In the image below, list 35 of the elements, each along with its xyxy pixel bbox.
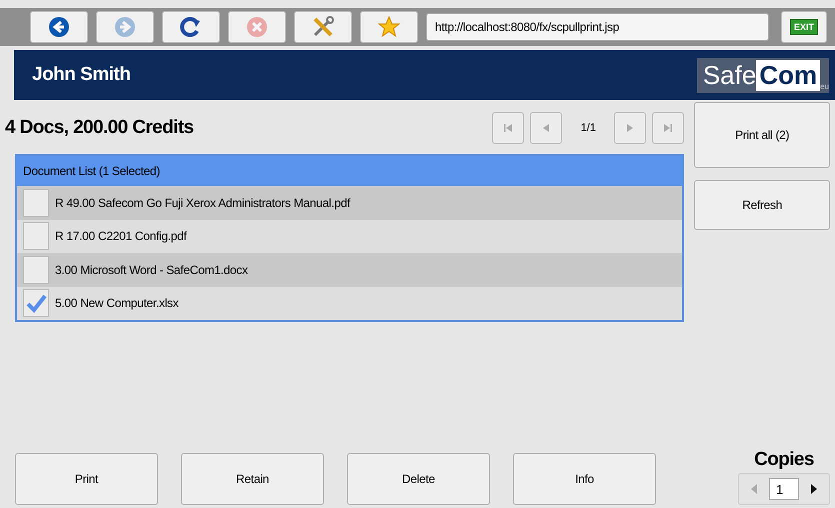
refresh-button[interactable]: Refresh xyxy=(694,180,830,230)
left-triangle-icon xyxy=(750,484,758,494)
document-row[interactable]: 5.00 New Computer.xlsx xyxy=(55,296,178,310)
checkbox[interactable] xyxy=(23,222,49,250)
document-row[interactable]: R 49.00 Safecom Go Fuji Xerox Administrators Manual.pdf xyxy=(55,196,350,210)
exit-button[interactable]: EXIT xyxy=(781,11,827,43)
copies-label: Copies xyxy=(754,449,814,471)
checkbox[interactable] xyxy=(23,188,49,217)
checkbox[interactable] xyxy=(23,289,49,318)
checkbox[interactable] xyxy=(23,256,49,284)
page-indicator: 1/1 xyxy=(580,122,597,134)
reload-button[interactable] xyxy=(162,11,220,43)
action-button[interactable]: Info xyxy=(513,453,656,505)
increment-button[interactable] xyxy=(799,475,829,503)
tools-button[interactable] xyxy=(294,11,352,43)
reload-icon xyxy=(179,15,203,39)
action-button[interactable]: Print xyxy=(15,453,158,505)
user-name: John Smith xyxy=(32,64,130,86)
credits-summary: 4 Docs, 200.00 Credits xyxy=(5,117,194,139)
copies-field[interactable]: 1 xyxy=(769,478,799,500)
star-icon xyxy=(377,15,401,39)
right-triangle-icon xyxy=(810,484,818,494)
action-button[interactable]: Retain xyxy=(181,453,324,505)
action-button[interactable]: Delete xyxy=(347,453,490,505)
stop-icon xyxy=(246,16,268,38)
favorite-button[interactable] xyxy=(360,11,418,43)
address-field[interactable]: http://localhost:8080/fx/scpullprint.jsp xyxy=(426,13,769,41)
list-header: Document List (1 Selected) xyxy=(17,156,682,186)
document-row[interactable]: 3.00 Microsoft Word - SafeCom1.docx xyxy=(55,262,248,277)
document-row[interactable]: R 17.00 C2201 Config.pdf xyxy=(55,229,187,244)
print-all-button[interactable]: Print all (2) xyxy=(694,102,830,168)
last-page-icon xyxy=(662,122,674,134)
first-page-icon xyxy=(502,122,514,134)
tools-icon xyxy=(311,15,335,39)
back-button[interactable] xyxy=(30,11,88,43)
